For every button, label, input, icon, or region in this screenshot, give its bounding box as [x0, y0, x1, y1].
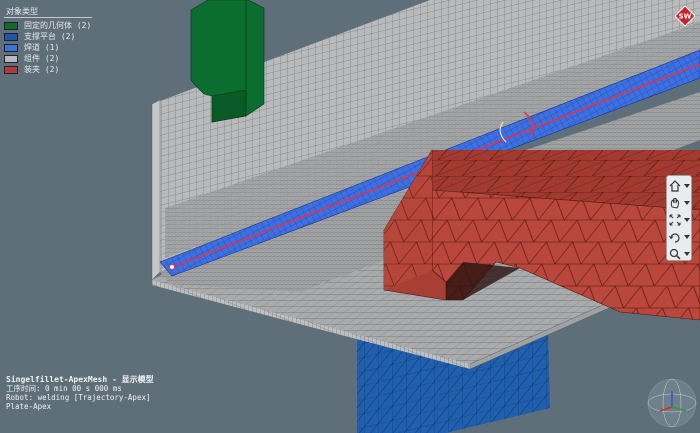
home-view-button[interactable]: [669, 178, 691, 194]
legend-label: 组件 (2): [24, 54, 60, 63]
sw-logo-icon: SW: [674, 5, 696, 27]
orientation-triad-icon[interactable]: [646, 377, 698, 429]
legend-title: 对象类型: [4, 6, 92, 18]
pan-button[interactable]: [669, 195, 691, 211]
chevron-down-icon: [684, 201, 690, 205]
app-logo: SW: [674, 5, 696, 27]
legend-item[interactable]: 支撑平台 (2): [4, 31, 92, 42]
legend-item[interactable]: 装夹 (2): [4, 64, 92, 75]
trajectory-start-marker[interactable]: [169, 264, 175, 270]
zoom-window-icon: [669, 248, 681, 260]
home-view-icon: [669, 180, 681, 192]
model-title: Singelfillet-ApexMesh - 显示模型: [6, 375, 154, 384]
legend-label: 焊道 (1): [24, 43, 60, 52]
legend-label: 固定的几何体 (2): [24, 21, 92, 30]
zoom-fit-button[interactable]: [669, 212, 691, 228]
legend-item[interactable]: 焊道 (1): [4, 42, 92, 53]
legend-swatch: [4, 21, 18, 30]
legend-label: 支撑平台 (2): [24, 32, 76, 41]
pan-icon: [670, 198, 679, 209]
zoom-window-button[interactable]: [669, 246, 691, 262]
legend-swatch: [4, 65, 18, 74]
rotate-button[interactable]: [669, 229, 691, 245]
view-toolbar: [666, 175, 692, 261]
legend-label: 装夹 (2): [24, 65, 60, 74]
object-type-legend: 对象类型 固定的几何体 (2) 支撑平台 (2) 焊道 (1) 组件 (2) 装…: [4, 6, 92, 75]
chevron-down-icon: [684, 252, 690, 256]
chevron-down-icon: [684, 184, 690, 188]
zoom-fit-icon: [669, 214, 681, 226]
legend-swatch: [4, 54, 18, 63]
chevron-down-icon: [684, 218, 690, 222]
part-name-text: Plate-Apex: [6, 402, 52, 411]
cycle-time-text: 工序时间: 0 min 00 s 000 ms: [6, 384, 122, 393]
legend-swatch: [4, 43, 18, 52]
legend-swatch: [4, 32, 18, 41]
legend-item[interactable]: 组件 (2): [4, 53, 92, 64]
logo-text: SW: [679, 13, 692, 21]
robot-text: Robot: welding [Trajectory-Apex]: [6, 393, 151, 402]
chevron-down-icon: [684, 235, 690, 239]
viewport-3d[interactable]: 对象类型 固定的几何体 (2) 支撑平台 (2) 焊道 (1) 组件 (2) 装…: [0, 0, 700, 433]
legend-item[interactable]: 固定的几何体 (2): [4, 20, 92, 31]
model-info-panel: Singelfillet-ApexMesh - 显示模型 工序时间: 0 min…: [6, 375, 154, 411]
rotate-icon: [669, 233, 680, 243]
mesh-scene[interactable]: [0, 0, 700, 433]
